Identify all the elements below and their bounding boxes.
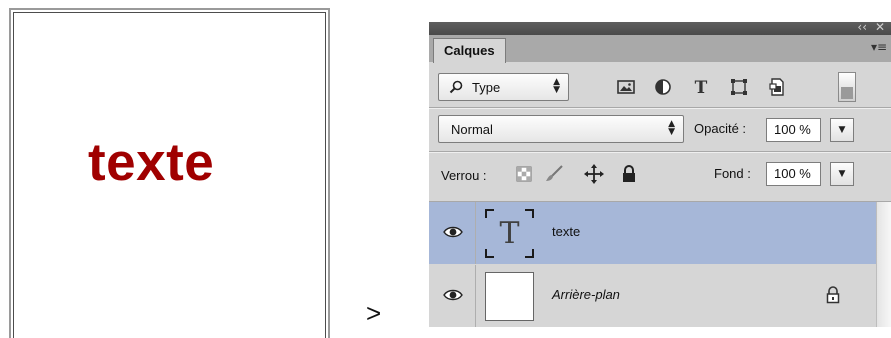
shape-filter-icon[interactable] bbox=[729, 77, 749, 97]
opacity-input[interactable]: 100 % bbox=[766, 118, 821, 142]
visibility-toggle[interactable] bbox=[429, 265, 476, 327]
layer-name: Arrière-plan bbox=[552, 287, 620, 302]
layer-row-arriere-plan[interactable]: Arrière-plan bbox=[429, 265, 891, 327]
document-canvas: texte bbox=[13, 12, 326, 338]
type-layer-thumbnail: T bbox=[485, 209, 534, 258]
arrow-symbol: > bbox=[366, 298, 382, 328]
fill-label: Fond : bbox=[714, 166, 751, 181]
fill-dropdown-button[interactable]: ▼ bbox=[830, 162, 854, 186]
filter-toggle[interactable] bbox=[838, 72, 856, 102]
background-layer-thumbnail bbox=[485, 272, 534, 321]
panel-tab-row: Calques ▾≡ bbox=[429, 35, 891, 63]
search-icon bbox=[449, 80, 463, 94]
eye-icon bbox=[443, 289, 463, 301]
layer-row-texte[interactable]: T texte bbox=[429, 202, 891, 264]
type-filter-icon[interactable]: T bbox=[691, 77, 711, 97]
lock-all-icon[interactable] bbox=[619, 164, 639, 184]
lock-transparent-icon[interactable] bbox=[514, 164, 534, 184]
lock-icon[interactable] bbox=[825, 286, 841, 304]
layer-name: texte bbox=[552, 224, 581, 239]
close-panel-button[interactable]: ✕ bbox=[875, 22, 885, 34]
fill-input[interactable]: 100 % bbox=[766, 162, 821, 186]
lock-brush-icon[interactable] bbox=[544, 164, 564, 184]
image-filter-icon[interactable] bbox=[616, 77, 636, 97]
chevron-updown-icon: ▲ ▼ bbox=[553, 77, 560, 95]
svg-text:T: T bbox=[695, 78, 708, 97]
opacity-dropdown-button[interactable]: ▼ bbox=[830, 118, 854, 142]
panel-menu-icon[interactable]: ▾≡ bbox=[871, 40, 887, 54]
visibility-toggle[interactable] bbox=[429, 202, 476, 264]
blend-mode-label: Normal bbox=[451, 122, 493, 137]
type-layer-icon: T bbox=[499, 216, 520, 251]
eye-icon bbox=[443, 226, 463, 238]
blend-mode-select[interactable]: Normal ▲ ▼ bbox=[438, 115, 684, 143]
layers-scrollbar[interactable] bbox=[876, 202, 891, 327]
tab-calques[interactable]: Calques bbox=[433, 38, 506, 63]
canvas-text: texte bbox=[88, 133, 215, 192]
chevron-updown-icon: ▲ ▼ bbox=[668, 119, 675, 137]
layer-filter-select[interactable]: Type ▲ ▼ bbox=[438, 73, 569, 101]
layer-filter-label: Type bbox=[472, 80, 501, 95]
document-canvas-frame: texte bbox=[9, 8, 330, 338]
layers-list: T texte Arrière-plan bbox=[429, 202, 891, 327]
collapse-panel-button[interactable]: ‹‹ bbox=[857, 22, 867, 34]
opacity-label: Opacité : bbox=[694, 121, 747, 136]
panel-titlebar: ‹‹ ✕ bbox=[429, 22, 891, 35]
adjustment-filter-icon[interactable] bbox=[653, 77, 673, 97]
smart-object-filter-icon[interactable] bbox=[767, 77, 787, 97]
layers-panel: ‹‹ ✕ Calques ▾≡ Type ▲ ▼ T Normal ▲ ▼ Op… bbox=[429, 22, 891, 327]
lock-label: Verrou : bbox=[441, 168, 487, 183]
lock-move-icon[interactable] bbox=[584, 164, 604, 184]
